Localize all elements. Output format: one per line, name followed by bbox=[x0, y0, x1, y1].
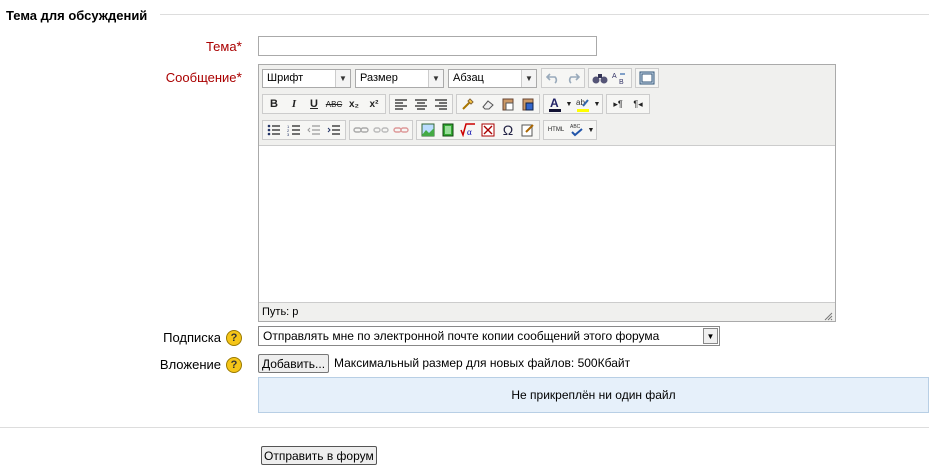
direction-group: ▸¶ ¶◂ bbox=[606, 94, 650, 114]
clipboard-group bbox=[456, 94, 540, 114]
message-label-wrap: Сообщение* bbox=[130, 69, 242, 85]
divider bbox=[0, 427, 929, 428]
svg-text:α: α bbox=[467, 127, 472, 137]
color-group: A ▼ ab ▼ bbox=[543, 94, 603, 114]
html-source-button[interactable]: HTML bbox=[545, 121, 567, 139]
ltr-icon[interactable]: ▸¶ bbox=[608, 95, 628, 113]
rtl-icon[interactable]: ¶◂ bbox=[628, 95, 648, 113]
subscription-label: Подписка bbox=[163, 330, 221, 345]
file-dropzone[interactable]: Не прикреплён ни один файл bbox=[258, 377, 929, 413]
unlink-icon[interactable] bbox=[371, 121, 391, 139]
underline-button[interactable]: U bbox=[304, 95, 324, 113]
help-icon[interactable]: ? bbox=[226, 330, 242, 346]
chevron-down-icon: ▼ bbox=[335, 69, 350, 87]
link-icon[interactable] bbox=[351, 121, 371, 139]
bold-button[interactable]: B bbox=[264, 95, 284, 113]
equation-icon[interactable]: α bbox=[458, 121, 478, 139]
fullscreen-icon[interactable] bbox=[637, 69, 657, 87]
link-group bbox=[349, 120, 413, 140]
subject-input[interactable] bbox=[258, 36, 597, 56]
paste-text-icon[interactable] bbox=[498, 95, 518, 113]
search-group: AB bbox=[588, 68, 632, 88]
font-size-select[interactable]: Размер ▼ bbox=[355, 68, 444, 88]
resize-handle-icon[interactable] bbox=[823, 309, 833, 321]
chevron-down-icon: ▼ bbox=[703, 328, 718, 344]
redo-icon[interactable] bbox=[563, 69, 583, 87]
required-mark: * bbox=[236, 38, 242, 54]
text-style-group: B I U ABC x₂ x² bbox=[262, 94, 386, 114]
align-center-icon[interactable] bbox=[411, 95, 431, 113]
italic-button[interactable]: I bbox=[284, 95, 304, 113]
svg-text:ABC: ABC bbox=[570, 124, 581, 130]
chevron-down-icon[interactable]: ▼ bbox=[587, 121, 595, 139]
font-family-value: Шрифт bbox=[267, 72, 304, 84]
no-file-text: Не прикреплён ни один файл bbox=[511, 388, 676, 402]
add-file-button[interactable]: Добавить... bbox=[258, 354, 330, 373]
history-group bbox=[541, 68, 585, 88]
media-icon[interactable] bbox=[438, 121, 458, 139]
toolbar-row-2: B I U ABC x₂ x² A ▼ ab ▼ ▸¶ ¶◂ bbox=[262, 93, 653, 115]
cleanup-icon[interactable] bbox=[458, 95, 478, 113]
subscription-value: Отправлять мне по электронной почте копи… bbox=[263, 329, 660, 343]
subscription-select[interactable]: Отправлять мне по электронной почте копи… bbox=[258, 326, 720, 346]
highlight-color-icon[interactable]: ab bbox=[573, 95, 593, 113]
replace-icon[interactable]: AB bbox=[610, 69, 630, 87]
fullscreen-group bbox=[635, 68, 659, 88]
insert-group: α Ω bbox=[416, 120, 540, 140]
form-legend: Тема для обсуждений bbox=[6, 8, 148, 23]
max-size-text: Максимальный размер для новых файлов: 50… bbox=[334, 356, 631, 370]
subject-label: Тема bbox=[205, 39, 237, 54]
help-icon[interactable]: ? bbox=[226, 357, 242, 373]
submit-button[interactable]: Отправить в форум bbox=[261, 446, 377, 465]
nolink-icon[interactable] bbox=[391, 121, 411, 139]
chevron-down-icon: ▼ bbox=[521, 69, 536, 87]
omega-icon[interactable]: Ω bbox=[498, 121, 518, 139]
subject-label-wrap: Тема* bbox=[150, 38, 242, 54]
chevron-down-icon: ▼ bbox=[428, 69, 443, 87]
toolbar-row-1: Шрифт ▼ Размер ▼ Абзац ▼ AB bbox=[262, 67, 662, 89]
list-group: 123 bbox=[262, 120, 346, 140]
align-group bbox=[389, 94, 453, 114]
svg-text:B: B bbox=[619, 79, 624, 85]
attachment-label: Вложение bbox=[159, 357, 221, 372]
align-left-icon[interactable] bbox=[391, 95, 411, 113]
editor-path: Путь: p bbox=[262, 306, 299, 318]
format-value: Абзац bbox=[453, 72, 484, 84]
find-icon[interactable] bbox=[590, 69, 610, 87]
svg-text:A: A bbox=[612, 73, 617, 80]
eraser-icon[interactable] bbox=[478, 95, 498, 113]
rich-text-editor: Шрифт ▼ Размер ▼ Абзац ▼ AB B I U ABC x₂… bbox=[258, 64, 836, 322]
font-size-value: Размер bbox=[360, 72, 398, 84]
required-mark: * bbox=[236, 69, 242, 85]
font-family-select[interactable]: Шрифт ▼ bbox=[262, 68, 351, 88]
message-label: Сообщение bbox=[165, 70, 237, 85]
subscript-button[interactable]: x₂ bbox=[344, 95, 364, 113]
chevron-down-icon[interactable]: ▼ bbox=[565, 95, 573, 113]
superscript-button[interactable]: x² bbox=[364, 95, 384, 113]
bullet-list-icon[interactable] bbox=[264, 121, 284, 139]
image-icon[interactable] bbox=[418, 121, 438, 139]
tools-group: HTML ABC ▼ bbox=[543, 120, 597, 140]
paste-word-icon[interactable] bbox=[518, 95, 538, 113]
strikethrough-button[interactable]: ABC bbox=[324, 95, 344, 113]
format-select[interactable]: Абзац ▼ bbox=[448, 68, 537, 88]
nolink-icon-2[interactable] bbox=[478, 121, 498, 139]
spellcheck-icon[interactable]: ABC bbox=[567, 121, 587, 139]
chevron-down-icon[interactable]: ▼ bbox=[593, 95, 601, 113]
outdent-icon[interactable] bbox=[304, 121, 324, 139]
align-right-icon[interactable] bbox=[431, 95, 451, 113]
svg-text:3: 3 bbox=[287, 132, 290, 136]
svg-text:A: A bbox=[550, 96, 559, 110]
numbered-list-icon[interactable]: 123 bbox=[284, 121, 304, 139]
divider bbox=[160, 14, 929, 15]
indent-icon[interactable] bbox=[324, 121, 344, 139]
editor-content-area[interactable] bbox=[259, 145, 835, 303]
edit-note-icon[interactable] bbox=[518, 121, 538, 139]
text-color-icon[interactable]: A bbox=[545, 95, 565, 113]
undo-icon[interactable] bbox=[543, 69, 563, 87]
toolbar-row-3: 123 α Ω HTML ABC ▼ bbox=[262, 119, 600, 141]
